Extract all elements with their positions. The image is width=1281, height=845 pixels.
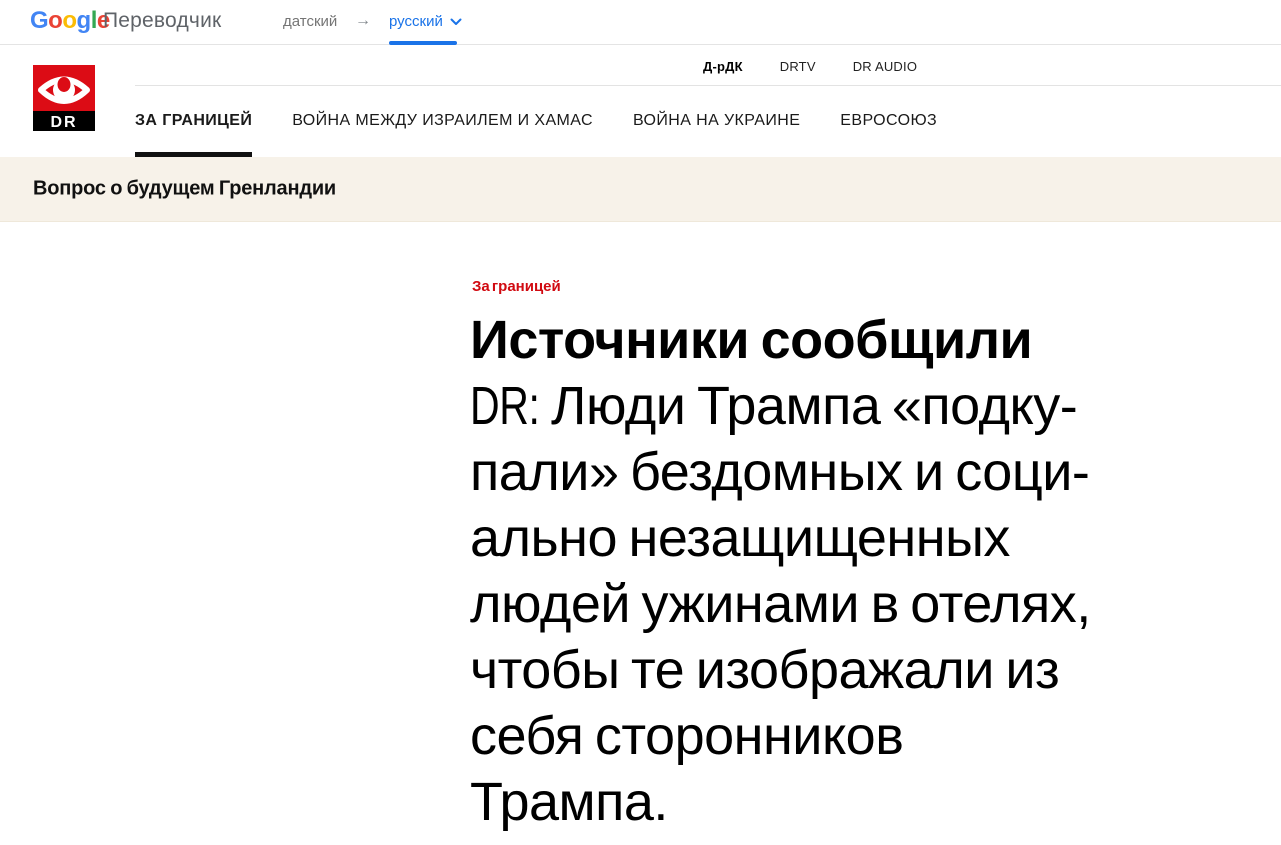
topic-banner-title[interactable]: Вопрос о будущем Гренландии (33, 178, 336, 201)
source-language-label[interactable]: датский (283, 13, 337, 30)
top-nav-item-draudio[interactable]: DR AUDIO (853, 59, 917, 74)
google-logo-letter: g (77, 7, 91, 34)
header-main-nav: ЗА ГРАНИЦЕЙ ВОЙНА МЕЖДУ ИЗРАИЛЕМ И ХАМАС… (135, 86, 937, 157)
google-logo-letter: o (62, 7, 76, 34)
arrow-right-icon: → (355, 12, 371, 30)
google-translate-bar: Google Переводчик датский → русский (0, 0, 1281, 45)
dr-eye-icon: DR (33, 65, 95, 131)
main-nav-item-israel-hamas-war[interactable]: ВОЙНА МЕЖДУ ИЗРАИЛЕМ И ХАМАС (292, 86, 593, 157)
headline-line-1: Источники сообщили (470, 310, 1032, 370)
top-nav-item-drtv[interactable]: DRTV (780, 59, 816, 74)
headline-line-2: Люди Трампа «подку- (551, 376, 1077, 436)
headline-line-6: чтобы те изображали из (470, 637, 1200, 703)
article-category-label[interactable]: За границей (472, 278, 561, 295)
headline-line-3: пали» бездомных и соци- (470, 439, 1200, 505)
headline-line-8: Трампа. (470, 769, 1200, 835)
svg-text:DR: DR (50, 114, 77, 131)
header-top-nav: Д-рДК DRTV DR AUDIO (703, 57, 917, 75)
main-nav-item-abroad[interactable]: ЗА ГРАНИЦЕЙ (135, 86, 252, 157)
target-language-selector[interactable]: русский (389, 13, 462, 30)
headline-line-7: себя сторонников (470, 703, 1200, 769)
headline-line-5: людей ужинами в отелях, (470, 571, 1200, 637)
headline-dr-prefix: DR: (470, 373, 540, 439)
chevron-down-icon (450, 18, 462, 26)
dr-site-header: DR Д-рДК DRTV DR AUDIO ЗА ГРАНИЦЕЙ ВОЙНА… (0, 45, 1281, 157)
topic-banner: Вопрос о будущем Гренландии (0, 157, 1281, 222)
main-nav-item-eu[interactable]: ЕВРОСОЮЗ (840, 86, 937, 157)
google-logo-letter: G (30, 7, 48, 34)
translate-product-name[interactable]: Переводчик (103, 9, 221, 33)
google-logo[interactable]: Google (30, 7, 110, 35)
target-language-label: русский (389, 13, 443, 30)
top-nav-item-drdk[interactable]: Д-рДК (703, 59, 743, 74)
headline-line-4: ально незащищенных (470, 505, 1200, 571)
dr-logo[interactable]: DR (33, 65, 95, 131)
target-language-active-underline (389, 41, 457, 45)
article-headline: Источники сообщили DR: Люди Трампа «подк… (470, 307, 1200, 835)
main-nav-item-ukraine-war[interactable]: ВОЙНА НА УКРАИНЕ (633, 86, 800, 157)
google-logo-letter: o (48, 7, 62, 34)
